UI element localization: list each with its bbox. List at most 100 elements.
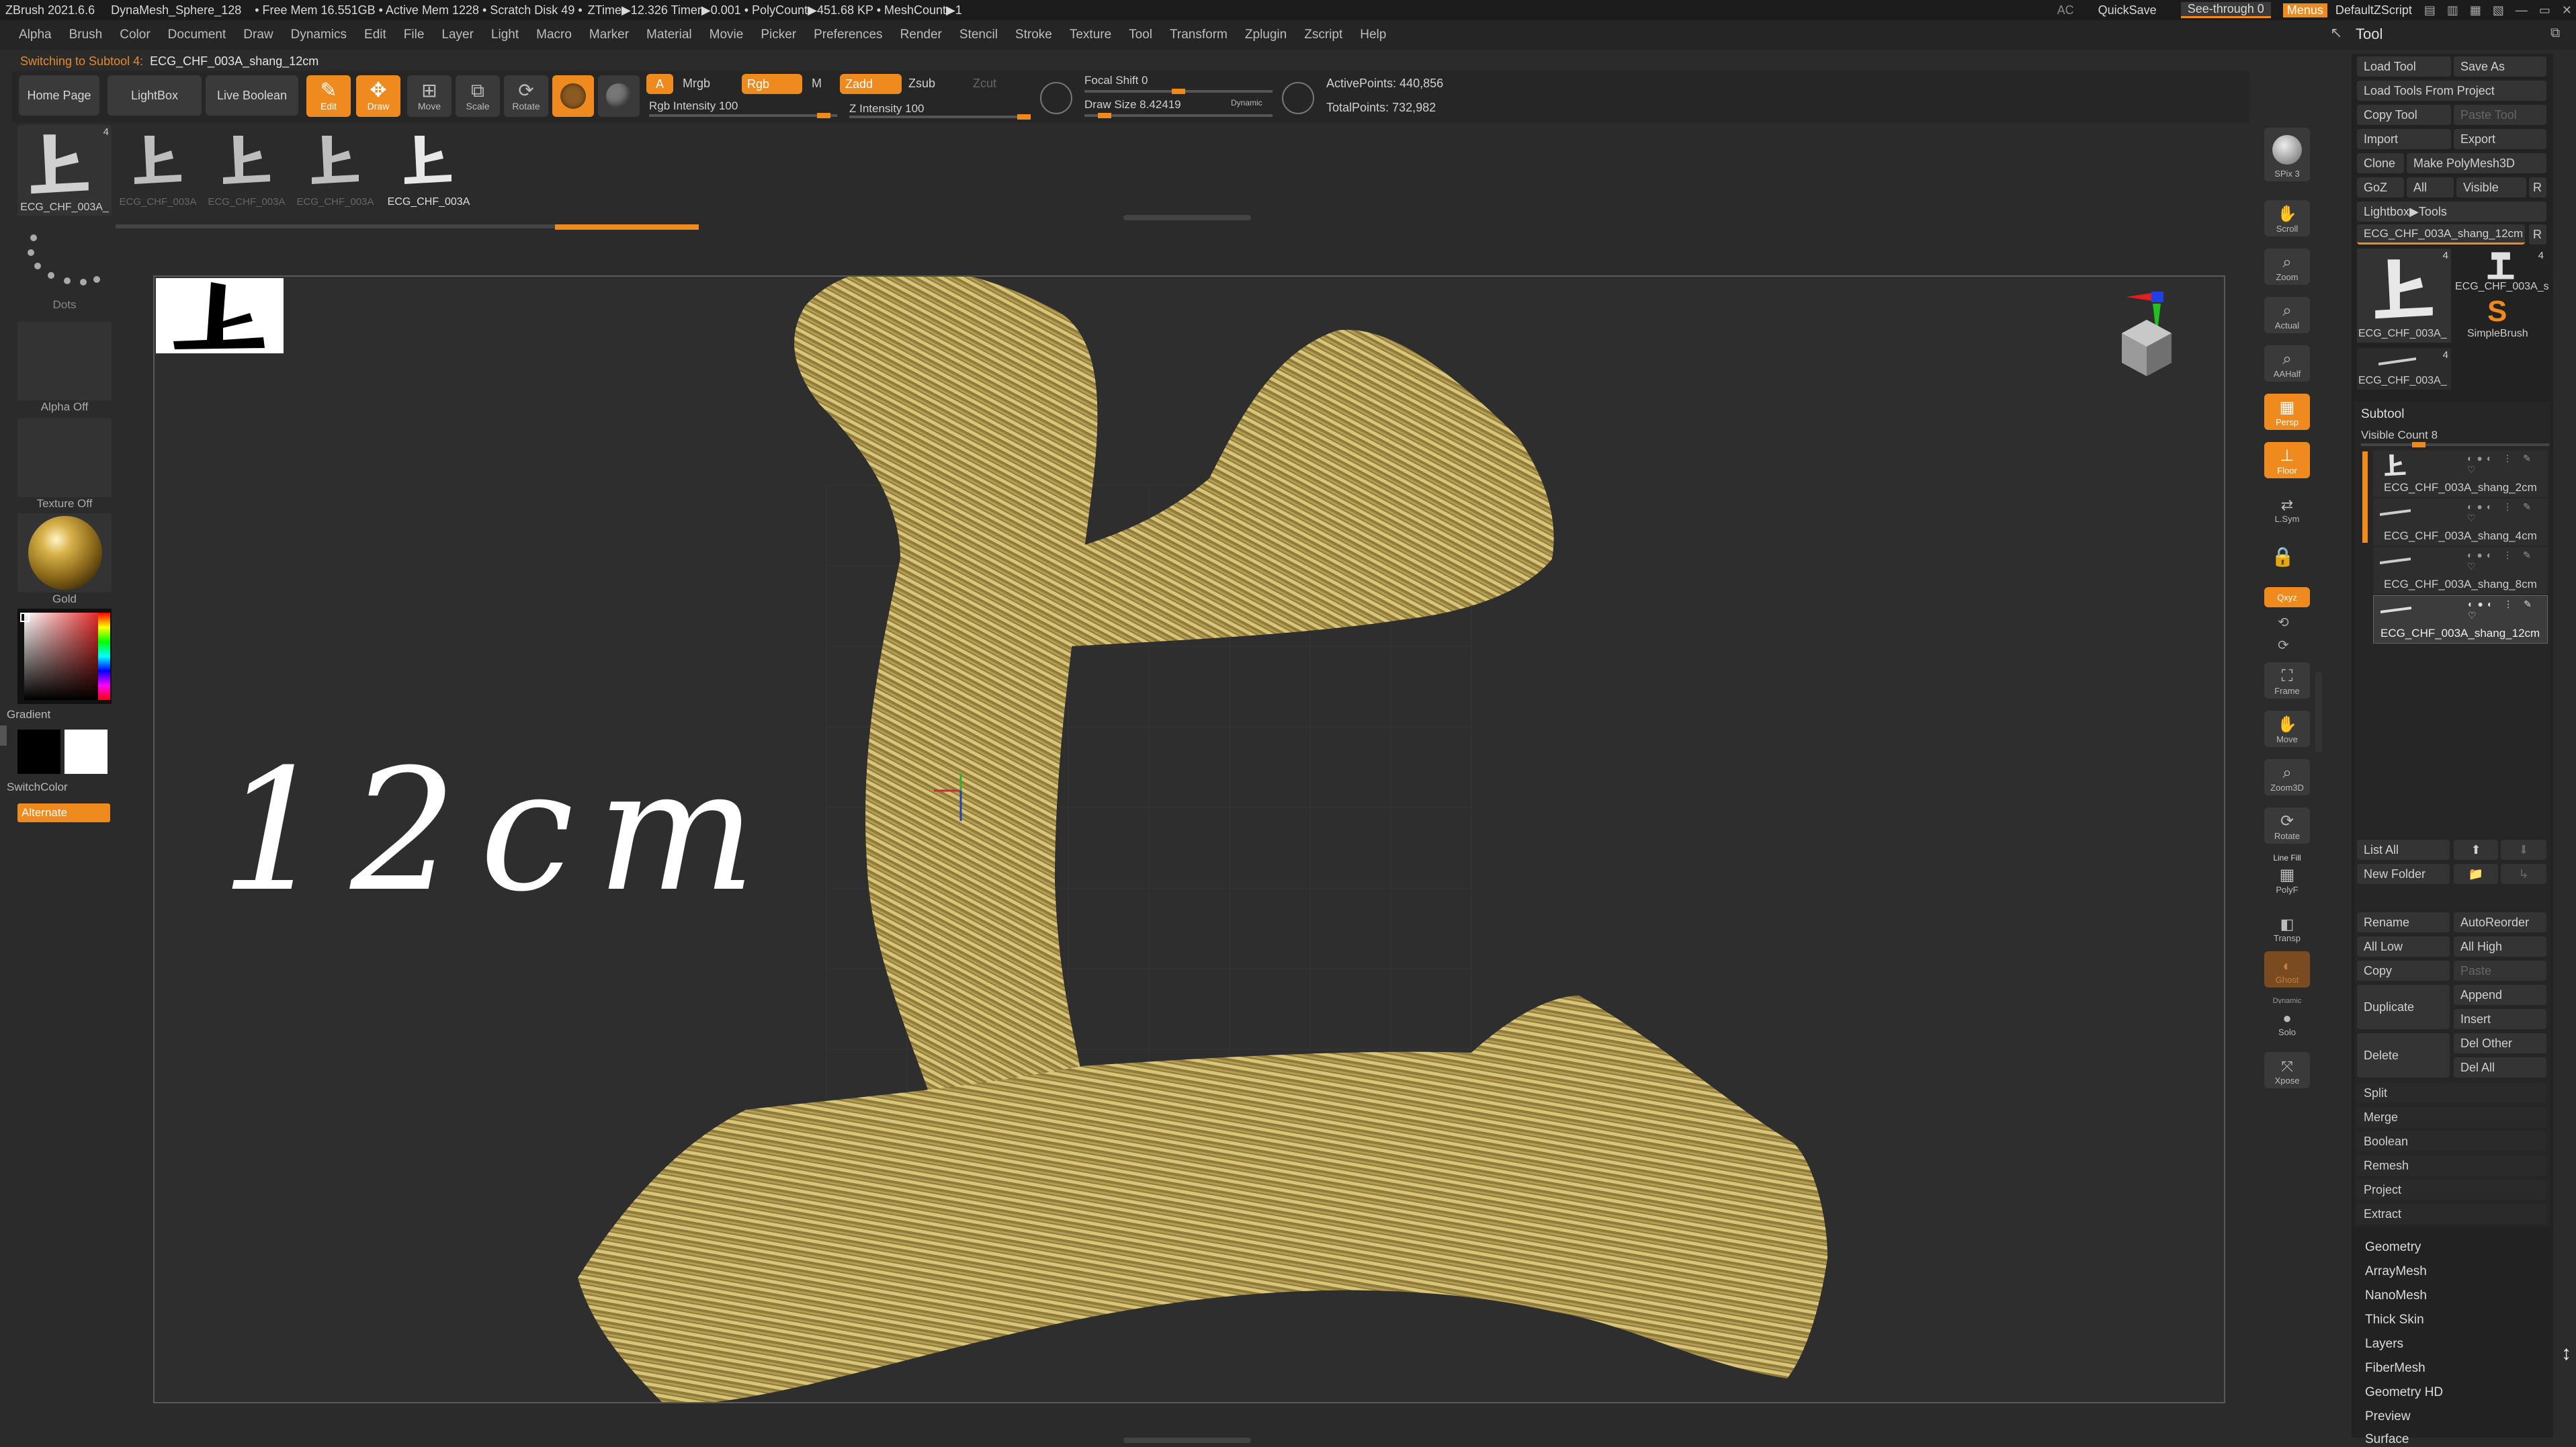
goz-visible-button[interactable]: Visible xyxy=(2456,177,2526,198)
menu-color[interactable]: Color xyxy=(120,28,150,42)
goz-button[interactable]: GoZ xyxy=(2357,177,2404,198)
lock-icon[interactable]: 🔒 xyxy=(2271,545,2301,572)
rgb-intensity-slider[interactable] xyxy=(649,113,837,118)
polyf-button[interactable]: ▦ PolyF xyxy=(2264,861,2310,897)
menu-texture[interactable]: Texture xyxy=(1070,28,1111,42)
material-tile[interactable] xyxy=(17,513,112,593)
zadd-toggle[interactable]: Zadd xyxy=(840,74,902,94)
menu-transform[interactable]: Transform xyxy=(1170,28,1228,42)
menu-render[interactable]: Render xyxy=(900,28,942,42)
palette-tool-thumb[interactable]: 4 ECG_CHF_003A_ xyxy=(2357,249,2451,343)
auto-reorder-button[interactable]: AutoReorder xyxy=(2454,912,2546,932)
load-tool-button[interactable]: Load Tool xyxy=(2357,56,2451,77)
nanomesh-section[interactable]: NanoMesh xyxy=(2365,1288,2427,1303)
draw-size-slider[interactable] xyxy=(1084,113,1273,118)
menu-stroke[interactable]: Stroke xyxy=(1015,28,1052,42)
menu-light[interactable]: Light xyxy=(491,28,519,42)
tool-thumb-active[interactable]: ECG_CHF_003A xyxy=(382,122,476,210)
menu-material[interactable]: Material xyxy=(646,28,692,42)
menu-dynamics[interactable]: Dynamics xyxy=(291,28,347,42)
current-tool-r-button[interactable]: R xyxy=(2529,224,2546,245)
geometry-hd-section[interactable]: Geometry HD xyxy=(2365,1385,2443,1400)
hue-strip[interactable] xyxy=(98,613,110,700)
layers-section[interactable]: Layers xyxy=(2365,1337,2403,1352)
insert-button[interactable]: Insert xyxy=(2454,1009,2546,1029)
folder-arrow-icon[interactable]: ↳ xyxy=(2501,864,2546,884)
dots-stroke-tile[interactable]: Dots xyxy=(17,224,112,312)
move-button[interactable]: ⊞ Move xyxy=(407,75,452,117)
menus-toggle[interactable]: Menus xyxy=(2282,3,2327,17)
alternate-button[interactable]: Alternate xyxy=(17,803,110,822)
scale-button[interactable]: ⧉ Scale xyxy=(456,75,500,117)
import-button[interactable]: Import xyxy=(2357,129,2451,149)
menu-document[interactable]: Document xyxy=(168,28,226,42)
window-controls-icon[interactable]: ▤ ▥ ▦ ▧ — ▭ ✕ xyxy=(2424,3,2576,17)
split-menu[interactable]: Split xyxy=(2357,1083,2546,1103)
boolean-menu[interactable]: Boolean xyxy=(2357,1131,2546,1151)
main-color-swatch[interactable] xyxy=(17,730,60,774)
clone-button[interactable]: Clone xyxy=(2357,153,2404,173)
see-through-slider[interactable]: See-through 0 xyxy=(2180,2,2271,18)
floor-button[interactable]: ⊥ Floor xyxy=(2264,442,2310,478)
subtool-toggles-icon[interactable]: ◐●◐ ⋮ ✎ ♡ xyxy=(2467,501,2548,524)
export-button[interactable]: Export xyxy=(2454,129,2546,149)
copy-tool-button[interactable]: Copy Tool xyxy=(2357,105,2451,125)
make-polymesh-button[interactable]: Make PolyMesh3D xyxy=(2407,153,2546,173)
extract-menu[interactable]: Extract xyxy=(2357,1204,2546,1224)
alpha-tile[interactable] xyxy=(17,321,112,400)
goz-r-button[interactable]: R xyxy=(2529,177,2546,198)
aahalf-button[interactable]: ⌕ AAHalf xyxy=(2264,345,2310,382)
rotate-button[interactable]: ⟳ Rotate xyxy=(504,75,548,117)
left-tray-handle[interactable] xyxy=(0,726,7,746)
stroke-icon[interactable] xyxy=(598,75,640,117)
menu-edit[interactable]: Edit xyxy=(364,28,386,42)
geometry-section[interactable]: Geometry xyxy=(2365,1240,2421,1255)
menu-marker[interactable]: Marker xyxy=(589,28,629,42)
tool-thumb[interactable]: ECG_CHF_003A xyxy=(293,122,378,210)
default-zscript-button[interactable]: DefaultZScript xyxy=(2335,3,2412,17)
menu-zplugin[interactable]: Zplugin xyxy=(1245,28,1287,42)
bottom-shelf-handle[interactable] xyxy=(1123,1438,1251,1443)
focal-shift-slider[interactable] xyxy=(1084,89,1273,94)
solo-button[interactable]: ● Solo xyxy=(2264,1004,2310,1040)
transp-button[interactable]: ◧ Transp xyxy=(2264,910,2310,946)
preview-section[interactable]: Preview xyxy=(2365,1409,2411,1424)
local-rotate-icons[interactable]: ⟲ ⟳ xyxy=(2278,611,2289,657)
xpose-button[interactable]: ⤧ Xpose xyxy=(2264,1052,2310,1088)
zoom-button[interactable]: ⌕ Zoom xyxy=(2264,249,2310,285)
palette-tool-thumb[interactable]: 4 ECG_CHF_003A_ xyxy=(2357,348,2451,390)
palette-tool-thumb[interactable]: 4 ECG_CHF_003A_s xyxy=(2454,249,2549,296)
color-picker[interactable] xyxy=(17,609,112,704)
move-up-icon[interactable]: ⬆ xyxy=(2454,840,2498,860)
lsym-button[interactable]: ⇄ L.Sym xyxy=(2264,490,2310,527)
thick-skin-section[interactable]: Thick Skin xyxy=(2365,1313,2424,1327)
document-canvas[interactable]: 12cm xyxy=(153,275,2225,1403)
texture-tile[interactable] xyxy=(17,418,112,497)
all-high-button[interactable]: All High xyxy=(2454,936,2546,957)
color-cursor[interactable] xyxy=(20,613,30,622)
dynamic-toggle[interactable]: Dynamic xyxy=(1231,98,1262,107)
rgb-toggle[interactable]: Rgb xyxy=(742,74,802,94)
zoom3d-button[interactable]: ⌕ Zoom3D xyxy=(2264,759,2310,795)
current-tool-tile[interactable]: 4 ECG_CHF_003A_ xyxy=(17,125,112,216)
del-all-button[interactable]: Del All xyxy=(2454,1057,2546,1078)
home-page-button[interactable]: Home Page xyxy=(19,75,99,116)
thumb-scrollbar[interactable] xyxy=(116,224,555,228)
subtool-row-selected[interactable]: ◐●◐ ⋮ ✎ ♡ ECG_CHF_003A_shang_12cm xyxy=(2373,595,2548,644)
goz-all-button[interactable]: All xyxy=(2407,177,2454,198)
palette-close-icon[interactable]: ⧉ xyxy=(2550,26,2560,41)
zcut-toggle[interactable]: Zcut xyxy=(973,77,996,91)
mrgb-toggle[interactable]: Mrgb xyxy=(683,77,710,91)
scroll-button[interactable]: ✋ Scroll xyxy=(2264,200,2310,236)
menu-tool[interactable]: Tool xyxy=(1129,28,1152,42)
new-folder-button[interactable]: New Folder xyxy=(2357,864,2450,884)
load-from-project-button[interactable]: Load Tools From Project xyxy=(2357,81,2546,101)
menu-macro[interactable]: Macro xyxy=(536,28,572,42)
append-button[interactable]: Append xyxy=(2454,985,2546,1005)
focal-shift-icon[interactable] xyxy=(1040,82,1072,114)
menu-help[interactable]: Help xyxy=(1360,28,1386,42)
menu-preferences[interactable]: Preferences xyxy=(814,28,882,42)
subtool-row[interactable]: ◐●◐ ⋮ ✎ ♡ ECG_CHF_003A_shang_2cm xyxy=(2373,450,2548,497)
rotate-view-button[interactable]: ⟳ Rotate xyxy=(2264,807,2310,844)
remesh-menu[interactable]: Remesh xyxy=(2357,1155,2546,1176)
